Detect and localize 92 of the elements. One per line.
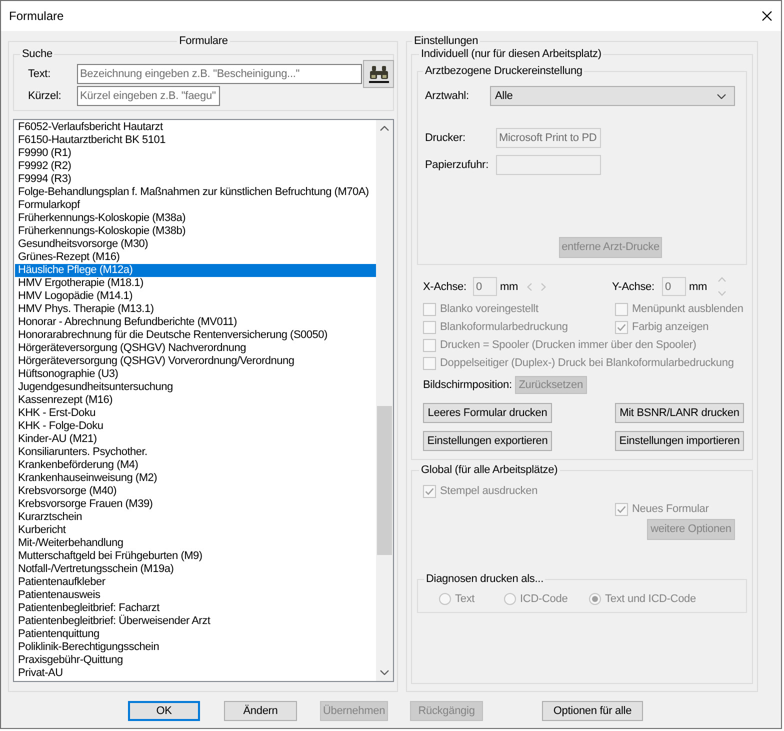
dialog-button[interactable]: Optionen für alle xyxy=(542,701,643,721)
list-item[interactable]: Patientenbegleitbrief: Facharzt xyxy=(15,602,376,615)
list-item[interactable]: Jugendgesundheitsuntersuchung xyxy=(15,381,376,394)
dialog-button[interactable]: Ändern xyxy=(224,701,297,721)
search-button[interactable] xyxy=(363,60,394,88)
list-item[interactable]: Mit-/Weiterbehandlung xyxy=(15,537,376,550)
list-item[interactable]: HMV Ergotherapie (M18.1) xyxy=(15,277,376,290)
group-title: Diagnosen drucken als... xyxy=(425,573,544,586)
list-item[interactable]: Krankenhauseinweisung (M2) xyxy=(15,472,376,485)
search-field[interactable]: Bezeichnung eingeben z.B. "Bescheinigung..." xyxy=(77,64,362,84)
chevron-right-icon[interactable] xyxy=(541,282,546,290)
doctor-select[interactable]: Alle xyxy=(490,86,735,106)
list-item[interactable]: F9992 (R2) xyxy=(15,160,376,173)
search-field[interactable]: Kürzel eingeben z.B. "faegu" xyxy=(77,86,220,106)
dialog-button[interactable]: OK xyxy=(128,701,200,721)
list-item[interactable]: Patientenaufkleber xyxy=(15,576,376,589)
list-item[interactable]: F6150-Hautarztbericht BK 5101 xyxy=(15,134,376,147)
list-item[interactable]: Patientenbegleitbrief: Überweisender Arzt xyxy=(15,615,376,628)
field-label: X-Achse: xyxy=(423,280,468,292)
list-item[interactable]: Früherkennungs-Koloskopie (M38b) xyxy=(15,225,376,238)
list-item[interactable]: Kinder-AU (M21) xyxy=(15,433,376,446)
unit-label: mm xyxy=(689,280,708,292)
list-item[interactable]: Krebsvorsorge Frauen (M39) xyxy=(15,498,376,511)
list-item[interactable]: KHK - Folge-Doku xyxy=(15,420,376,433)
window-title: Formulare xyxy=(9,9,64,23)
list-item[interactable]: Honorarabrechnung für die Deutsche Rentenversicherung (S0050) xyxy=(15,329,376,342)
list-item[interactable]: Poliklinik-Berechtigungsschein xyxy=(15,641,376,654)
action-button[interactable]: Einstellungen exportieren xyxy=(423,431,552,451)
field-label: Y-Achse: xyxy=(612,280,656,292)
list-item[interactable]: Gesundheitsvorsorge (M30) xyxy=(15,238,376,251)
action-button[interactable]: Einstellungen importieren xyxy=(615,431,744,451)
list-item[interactable]: Kassenrezept (M16) xyxy=(15,394,376,407)
list-item[interactable]: Krankenbeförderung (M4) xyxy=(15,459,376,472)
unit-label: mm xyxy=(500,280,518,292)
chevron-up-icon[interactable] xyxy=(380,126,389,131)
list-item[interactable]: Formularkopf xyxy=(15,199,376,212)
list-item[interactable]: Privat-AU xyxy=(15,667,376,680)
group-title: Global (für alle Arbeitsplätze) xyxy=(420,464,559,477)
list-item[interactable]: Früherkennungs-Koloskopie (M38a) xyxy=(15,212,376,225)
radio-label: ICD-Code xyxy=(520,593,568,605)
field-label: Kürzel: xyxy=(28,90,62,102)
action-button[interactable]: Mit BSNR/LANR drucken xyxy=(615,403,744,423)
group-title: Einstellungen xyxy=(413,35,480,48)
binoculars-icon xyxy=(368,66,388,82)
field-label: Papierzufuhr: xyxy=(425,159,490,171)
checkbox-label: Farbig anzeigen xyxy=(632,321,709,333)
list-item[interactable]: F9994 (R3) xyxy=(15,173,376,186)
list-item[interactable]: Patientenquittung xyxy=(15,628,376,641)
close-icon[interactable] xyxy=(762,11,772,21)
scrollbar[interactable] xyxy=(376,120,393,681)
radio-label: Text und ICD-Code xyxy=(605,593,696,605)
list-item[interactable]: Folge-Behandlungsplan f. Maßnahmen zur künstlichen Befruchtung (M70A) xyxy=(15,186,376,199)
field-label: Drucker: xyxy=(425,132,466,144)
list-item[interactable]: HMV Phys. Therapie (M13.1) xyxy=(15,303,376,316)
list-item[interactable]: HMV Logopädie (M14.1) xyxy=(15,290,376,303)
list-item[interactable]: F9990 (R1) xyxy=(15,147,376,160)
list-item[interactable]: Patientenausweis xyxy=(15,589,376,602)
checkbox-label: Drucken = Spooler (Drucken immer über den Spooler) xyxy=(440,339,696,351)
radio-label: Text xyxy=(455,593,475,605)
list-item[interactable]: Konsiliarunters. Psychother. xyxy=(15,446,376,459)
list-item[interactable]: Hörgeräteversorgung (QSHGV) Nachverordnung xyxy=(15,342,376,355)
scrollbar-thumb[interactable] xyxy=(377,406,392,555)
list-item[interactable]: Hüftsonographie (U3) xyxy=(15,368,376,381)
action-button[interactable]: Leeres Formular drucken xyxy=(423,403,552,423)
list-item[interactable]: Praxisgebühr-Quittung xyxy=(15,654,376,667)
list-item[interactable]: Krebsvorsorge (M40) xyxy=(15,485,376,498)
field-label: Text: xyxy=(28,68,52,80)
list-item[interactable]: F6052-Verlaufsbericht Hautarzt xyxy=(15,121,376,134)
group-title: Formulare xyxy=(178,35,229,48)
checkbox-label: Blankoformularbedruckung xyxy=(440,321,568,333)
list-item[interactable]: Häusliche Pflege (M12a) xyxy=(15,264,376,277)
chevron-down-icon[interactable] xyxy=(380,670,389,675)
list-item[interactable]: KHK - Erst-Doku xyxy=(15,407,376,420)
checkbox-label: Blanko voreingestellt xyxy=(440,303,538,315)
checkbox-label: Stempel ausdrucken xyxy=(440,485,538,497)
list-item[interactable]: Kurarztschein xyxy=(15,511,376,524)
group-title: Arztbezogene Druckereinstellung xyxy=(424,65,584,78)
list-item[interactable]: Grünes-Rezept (M16) xyxy=(15,251,376,264)
list-item[interactable]: Mutterschaftgeld bei Frühgeburten (M9) xyxy=(15,550,376,563)
list-item[interactable]: Hörgeräteversorgung (QSHGV) Vorverordnung/Verordnung xyxy=(15,355,376,368)
group-title: Individuell (nur für diesen Arbeitsplatz) xyxy=(420,48,602,61)
list-item[interactable]: Notfall-/Vertretungsschein (M19a) xyxy=(15,563,376,576)
field-label: Arztwahl: xyxy=(425,90,470,102)
list-item[interactable]: Kurbericht xyxy=(15,524,376,537)
checkbox-label: Neues Formular xyxy=(632,503,709,515)
checkbox-label: Doppelseitiger (Duplex-) Druck bei Blankoformularbedruckung xyxy=(440,357,734,369)
chevron-left-icon[interactable] xyxy=(527,282,532,290)
list-item[interactable]: Honorar - Abrechnung Befundberichte (MV011) xyxy=(15,316,376,329)
field-label: Bildschirmposition: xyxy=(423,379,512,391)
checkbox-label: Menüpunkt ausblenden xyxy=(632,303,744,315)
chevron-down-icon xyxy=(717,94,726,98)
group-title: Suche xyxy=(21,48,54,61)
